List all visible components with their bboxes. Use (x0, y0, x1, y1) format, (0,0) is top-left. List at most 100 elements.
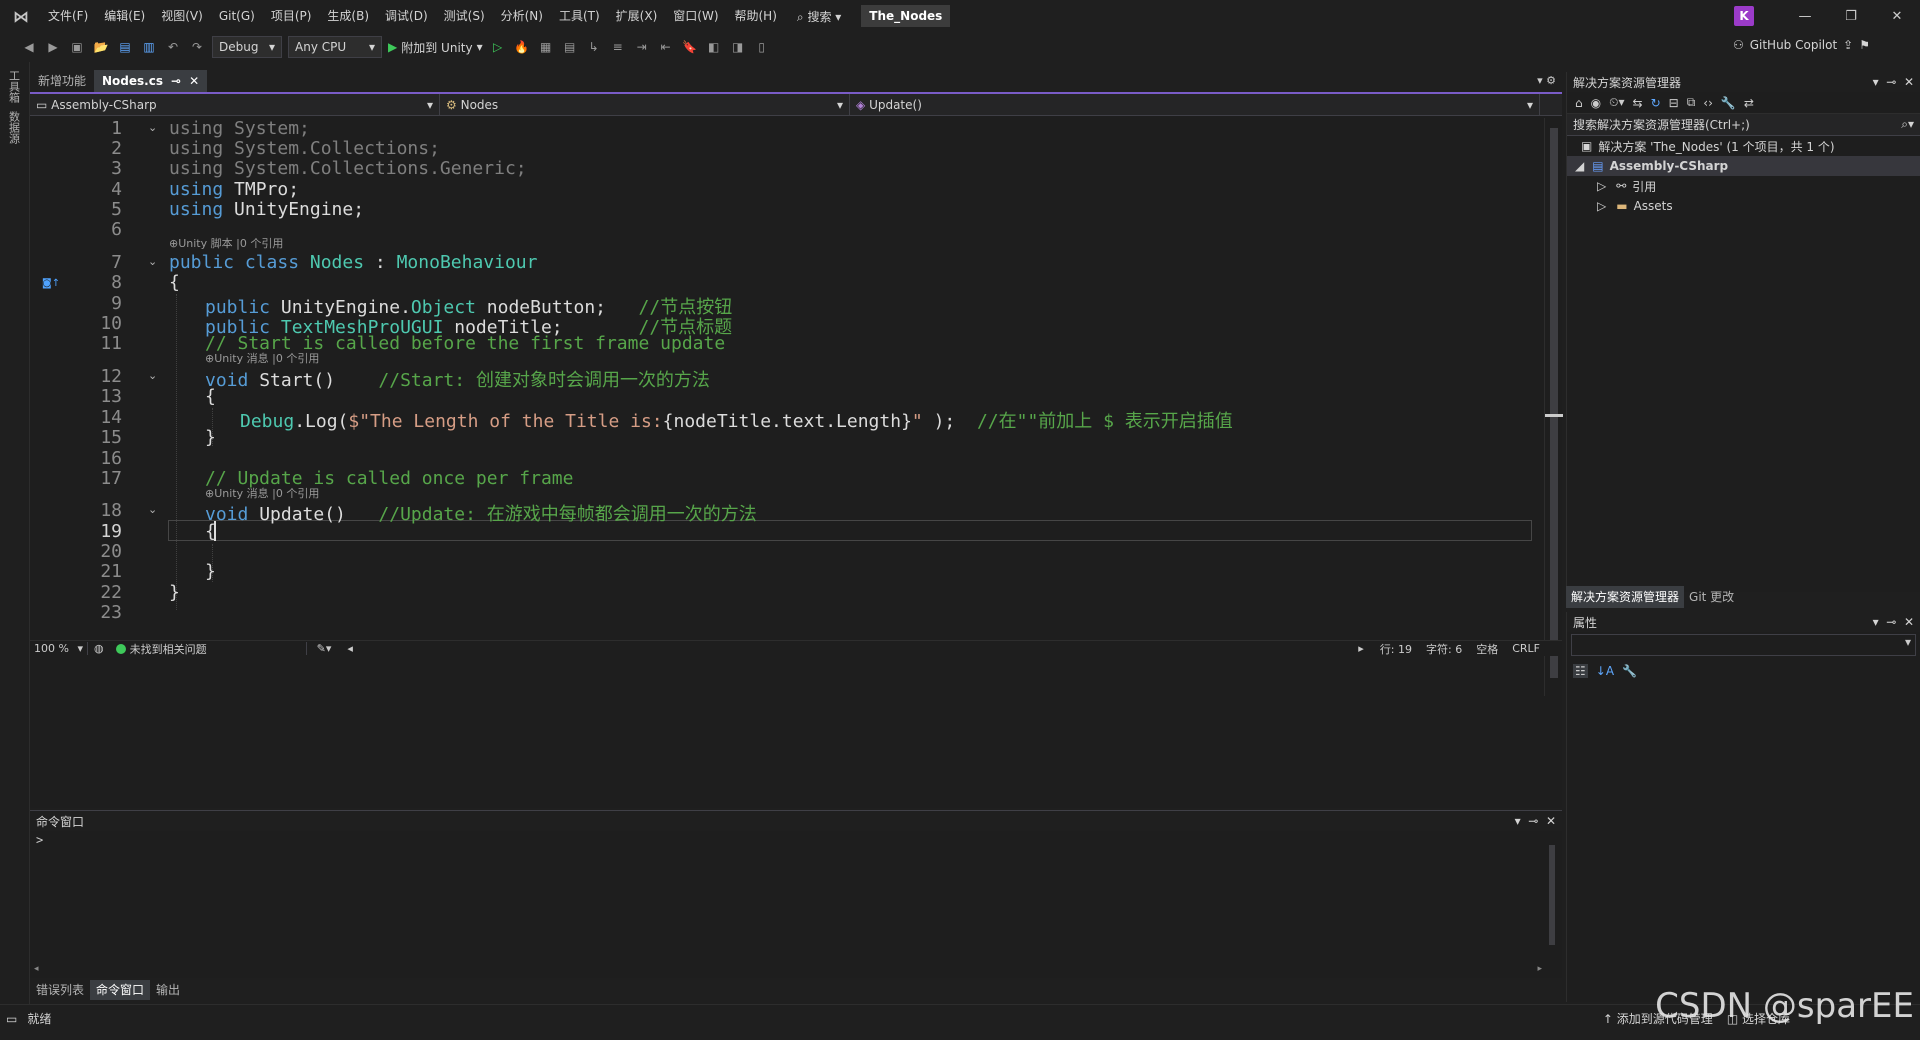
command-horizontal-scrollbar[interactable]: ◂ ▸ (34, 964, 1542, 974)
restore-icon[interactable]: ❐ (1828, 9, 1874, 24)
next-bookmark-icon[interactable]: ◨ (729, 38, 747, 56)
menu-tools[interactable]: 工具(T) (551, 0, 608, 32)
alphabetical-icon[interactable]: ↓A (1596, 664, 1614, 678)
github-copilot-button[interactable]: ⚇ GitHub Copilot ⇪ ⚑ (1733, 38, 1870, 52)
outdent-icon[interactable]: ⇤ (657, 38, 675, 56)
menu-project[interactable]: 项目(P) (263, 0, 320, 32)
platform-select[interactable]: Any CPU ▾ (288, 36, 382, 58)
codelens-start[interactable]: ⊕Unity 消息 |0 个引用 (205, 350, 319, 366)
scroll-left-icon[interactable]: ◂ (347, 642, 353, 655)
menu-file[interactable]: 文件(F) (40, 0, 96, 32)
tab-git-changes[interactable]: Git 更改 (1684, 586, 1739, 608)
view-code-icon[interactable]: ‹› (1703, 96, 1713, 110)
close-icon[interactable]: ✕ (1904, 75, 1914, 89)
notification-icon[interactable]: ▭ (6, 1012, 17, 1026)
tab-nodes-cs[interactable]: Nodes.cs ⊸ ✕ (94, 70, 208, 92)
run-without-debug-icon[interactable]: ▷ (489, 38, 507, 56)
collapsed-arrow-icon[interactable]: ▷ (1597, 199, 1606, 213)
layout-icon[interactable]: ▤ (561, 38, 579, 56)
search-icon[interactable]: ⌕▾ (1901, 117, 1914, 132)
whitespace-indicator[interactable]: 空格 (1476, 641, 1498, 657)
back-icon[interactable]: ◀ (20, 38, 38, 56)
property-pages-icon[interactable]: 🔧 (1622, 664, 1637, 678)
fold-toggle-icon[interactable]: ⌄ (148, 121, 157, 134)
pin-icon[interactable]: ⊸ (1886, 75, 1896, 89)
browse-icon[interactable]: ▦ (537, 38, 555, 56)
close-icon[interactable]: ✕ (1546, 814, 1556, 828)
chevron-down-icon[interactable]: ▾ (1515, 814, 1521, 828)
scroll-left-icon[interactable]: ◂ (34, 964, 39, 974)
undo-icon[interactable]: ↶ (164, 38, 182, 56)
project-dropdown[interactable]: ▭ Assembly-CSharp ▾ (30, 94, 440, 116)
menu-extensions[interactable]: 扩展(X) (608, 0, 666, 32)
configuration-select[interactable]: Debug ▾ (212, 36, 282, 58)
tab-new-features[interactable]: 新增功能 (30, 70, 94, 92)
scroll-right-icon[interactable]: ▸ (1358, 642, 1364, 655)
show-all-files-icon[interactable]: ⧉ (1687, 95, 1696, 110)
command-vertical-scrollbar[interactable] (1546, 835, 1558, 955)
tree-assets[interactable]: ▷ ▬ Assets (1567, 196, 1920, 216)
attach-unity-button[interactable]: ▶ 附加到 Unity ▾ (388, 39, 483, 56)
zoom-select[interactable]: 100 % ▾ (30, 642, 88, 655)
minimize-icon[interactable]: — (1782, 9, 1828, 24)
menu-test[interactable]: 测试(S) (436, 0, 493, 32)
close-icon[interactable]: ✕ (1904, 615, 1914, 629)
line-indicator[interactable]: 行: 19 (1380, 641, 1412, 657)
tree-solution[interactable]: ▣ 解决方案 'The_Nodes' (1 个项目，共 1 个) (1567, 136, 1920, 156)
command-input[interactable]: > (30, 831, 1562, 849)
close-icon[interactable]: ✕ (1874, 9, 1920, 24)
menu-build[interactable]: 生成(B) (319, 0, 377, 32)
forward-icon[interactable]: ▶ (44, 38, 62, 56)
save-all-icon[interactable]: ▥ (140, 38, 158, 56)
collapse-all-icon[interactable]: ⊟ (1669, 96, 1679, 110)
share-icon[interactable]: ⇪ (1843, 38, 1853, 52)
menu-edit[interactable]: 编辑(E) (96, 0, 153, 32)
switch-views-icon[interactable]: ◉ (1591, 96, 1601, 110)
tab-command-window[interactable]: 命令窗口 (90, 980, 151, 1000)
search-menu[interactable]: ⌕ 搜索 ▾ (785, 8, 853, 25)
tree-project[interactable]: ◢ ▤ Assembly-CSharp (1567, 156, 1920, 176)
pending-changes-icon[interactable]: ⏲▾ (1609, 95, 1624, 110)
type-dropdown[interactable]: ⚙ Nodes ▾ (440, 94, 850, 116)
format-icon[interactable]: ≡ (609, 38, 627, 56)
redo-icon[interactable]: ↷ (188, 38, 206, 56)
save-icon[interactable]: ▤ (116, 38, 134, 56)
codelens-class[interactable]: ⊕Unity 脚本 |0 个引用 (169, 235, 283, 251)
step-icon[interactable]: ↳ (585, 38, 603, 56)
bookmark-icon[interactable]: 🔖 (681, 38, 699, 56)
issues-indicator[interactable]: 未找到相关问题 (115, 641, 266, 657)
preview-icon[interactable]: ⇄ (1744, 96, 1754, 110)
data-sources-tab[interactable]: 数据源 (8, 111, 22, 144)
pin-icon[interactable]: ⊸ (1528, 814, 1538, 828)
menu-window[interactable]: 窗口(W) (665, 0, 726, 32)
open-icon[interactable]: 📂 (92, 38, 110, 56)
tab-output[interactable]: 输出 (150, 980, 186, 1000)
properties-object-select[interactable]: ▾ (1571, 634, 1916, 656)
toolbox-tab[interactable]: 工具箱 (8, 70, 22, 103)
scrollbar-thumb[interactable] (1549, 845, 1555, 945)
intellicode-icon[interactable]: ◍ (94, 642, 104, 655)
chevron-down-icon[interactable]: ▾ (1873, 615, 1879, 629)
tab-overflow-icon[interactable]: ▾ ⚙ (1537, 74, 1556, 87)
tree-references[interactable]: ▷ ⚯ 引用 (1567, 176, 1920, 196)
expanded-arrow-icon[interactable]: ◢ (1575, 159, 1584, 173)
feedback-icon[interactable]: ⚑ (1859, 38, 1870, 52)
solution-search-input[interactable]: 搜索解决方案资源管理器(Ctrl+;) ⌕▾ (1567, 114, 1920, 136)
cleanup-icon[interactable]: ✎▾ (305, 642, 331, 655)
member-dropdown[interactable]: ◈ Update() ▾ (850, 94, 1540, 116)
tab-error-list[interactable]: 错误列表 (30, 980, 90, 1000)
menu-analyze[interactable]: 分析(N) (493, 0, 551, 32)
codelens-update[interactable]: ⊕Unity 消息 |0 个引用 (205, 485, 319, 501)
fold-toggle-icon[interactable]: ⌄ (148, 369, 157, 382)
refresh-icon[interactable]: ↻ (1651, 96, 1661, 110)
indent-icon[interactable]: ⇥ (633, 38, 651, 56)
fold-toggle-icon[interactable]: ⌄ (148, 503, 157, 516)
menu-view[interactable]: 视图(V) (153, 0, 211, 32)
scrollbar-thumb[interactable] (1550, 128, 1558, 678)
clear-bookmarks-icon[interactable]: ▯ (753, 38, 771, 56)
scroll-right-icon[interactable]: ▸ (1537, 964, 1542, 974)
chevron-down-icon[interactable]: ▾ (1873, 75, 1879, 89)
avatar[interactable]: K (1734, 6, 1754, 26)
properties-wrench-icon[interactable]: 🔧 (1721, 96, 1736, 110)
fold-toggle-icon[interactable]: ⌄ (148, 255, 157, 268)
